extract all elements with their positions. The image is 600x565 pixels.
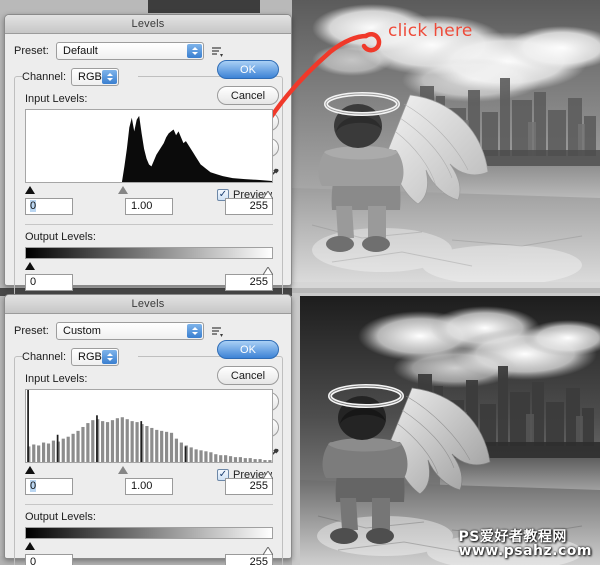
watermark: PS爱好者教程网 www.psahz.com <box>458 529 592 560</box>
preset-options-icon[interactable] <box>210 44 224 58</box>
input-histogram <box>25 109 273 183</box>
output-shadow-value: 0 <box>30 276 37 288</box>
preset-label: Preset: <box>14 325 49 337</box>
output-values-row: 0 255 <box>25 554 273 565</box>
output-shadow-value: 0 <box>30 556 37 565</box>
channel-fieldset: Channel: RGB Input Levels: 0 1.00 255 Ou… <box>14 68 283 300</box>
preset-row: Preset: Default <box>14 41 283 61</box>
dialog-title: Levels <box>131 18 165 30</box>
channel-value: RGB <box>78 71 102 83</box>
ok-button[interactable]: OK <box>217 340 279 359</box>
chevron-updown-icon <box>187 44 202 58</box>
input-midtone-slider[interactable] <box>118 186 128 194</box>
output-highlight-slider[interactable] <box>262 542 274 560</box>
input-values-row: 0 1.00 255 <box>25 198 273 215</box>
output-gradient-bar <box>25 247 273 259</box>
preset-value: Custom <box>63 325 101 337</box>
ok-button[interactable]: OK <box>217 60 279 79</box>
chevron-updown-icon <box>102 350 118 364</box>
input-values-row: 0 1.00 255 <box>25 478 273 495</box>
preset-options-icon[interactable] <box>210 324 224 338</box>
channel-label: Channel: <box>22 71 67 83</box>
output-shadow-slider[interactable] <box>25 262 35 270</box>
input-midtone-value: 1.00 <box>131 480 153 492</box>
input-slider-track[interactable] <box>25 464 274 480</box>
input-levels-label: Input Levels: <box>25 373 88 385</box>
output-shadow-field[interactable]: 0 <box>25 274 73 291</box>
output-shadow-field[interactable]: 0 <box>25 554 73 565</box>
output-levels-label: Output Levels: <box>25 511 96 523</box>
input-shadow-slider[interactable] <box>25 466 35 474</box>
input-midtone-slider[interactable] <box>118 466 128 474</box>
output-slider-track[interactable] <box>25 540 274 556</box>
section-divider <box>25 504 273 505</box>
input-slider-track[interactable] <box>25 184 274 200</box>
input-midtone-value: 1.00 <box>131 200 153 212</box>
input-shadow-slider[interactable] <box>25 186 35 194</box>
channel-row: Channel: RGB <box>22 68 138 86</box>
click-here-annotation: click here <box>388 21 473 41</box>
input-shadow-value: 0 <box>30 200 37 212</box>
input-shadow-field[interactable]: 0 <box>25 198 73 215</box>
screenshot-root: PS爱好者教程网 www.psahz.com Levels Preset: De… <box>0 0 600 565</box>
photo-after: PS爱好者教程网 www.psahz.com <box>300 296 600 565</box>
chevron-updown-icon <box>187 324 202 338</box>
preset-select[interactable]: Default <box>56 42 204 60</box>
preset-value: Default <box>63 45 98 57</box>
channel-select[interactable]: RGB <box>71 68 120 86</box>
chevron-updown-icon <box>102 70 118 84</box>
input-highlight-slider[interactable] <box>262 186 274 204</box>
input-shadow-value: 0 <box>30 480 37 492</box>
watermark-line-2: www.psahz.com <box>458 543 592 560</box>
input-histogram <box>25 389 273 463</box>
desktop-strip-dark <box>148 0 260 13</box>
input-midtone-field[interactable]: 1.00 <box>125 478 173 495</box>
output-gradient-bar <box>25 527 273 539</box>
output-slider-track[interactable] <box>25 260 274 276</box>
preset-row: Preset: Custom <box>14 321 283 341</box>
channel-value: RGB <box>78 351 102 363</box>
input-highlight-slider[interactable] <box>262 466 274 484</box>
channel-row: Channel: RGB <box>22 348 138 366</box>
input-levels-label: Input Levels: <box>25 93 88 105</box>
preset-select[interactable]: Custom <box>56 322 204 340</box>
input-midtone-field[interactable]: 1.00 <box>125 198 173 215</box>
output-highlight-slider[interactable] <box>262 262 274 280</box>
output-values-row: 0 255 <box>25 274 273 291</box>
photo-before <box>292 0 600 288</box>
preset-label: Preset: <box>14 45 49 57</box>
input-shadow-field[interactable]: 0 <box>25 478 73 495</box>
levels-dialog-after[interactable]: Levels Preset: Custom Channel: RGB Input… <box>4 294 292 565</box>
output-shadow-slider[interactable] <box>25 542 35 550</box>
channel-fieldset: Channel: RGB Input Levels: 0 1.00 255 Ou… <box>14 348 283 565</box>
channel-select[interactable]: RGB <box>71 348 120 366</box>
section-divider <box>25 224 273 225</box>
output-levels-label: Output Levels: <box>25 231 96 243</box>
channel-label: Channel: <box>22 351 67 363</box>
levels-dialog-before[interactable]: Levels Preset: Default Channel: RGB Inpu… <box>4 14 292 300</box>
dialog-titlebar[interactable]: Levels <box>5 15 291 34</box>
